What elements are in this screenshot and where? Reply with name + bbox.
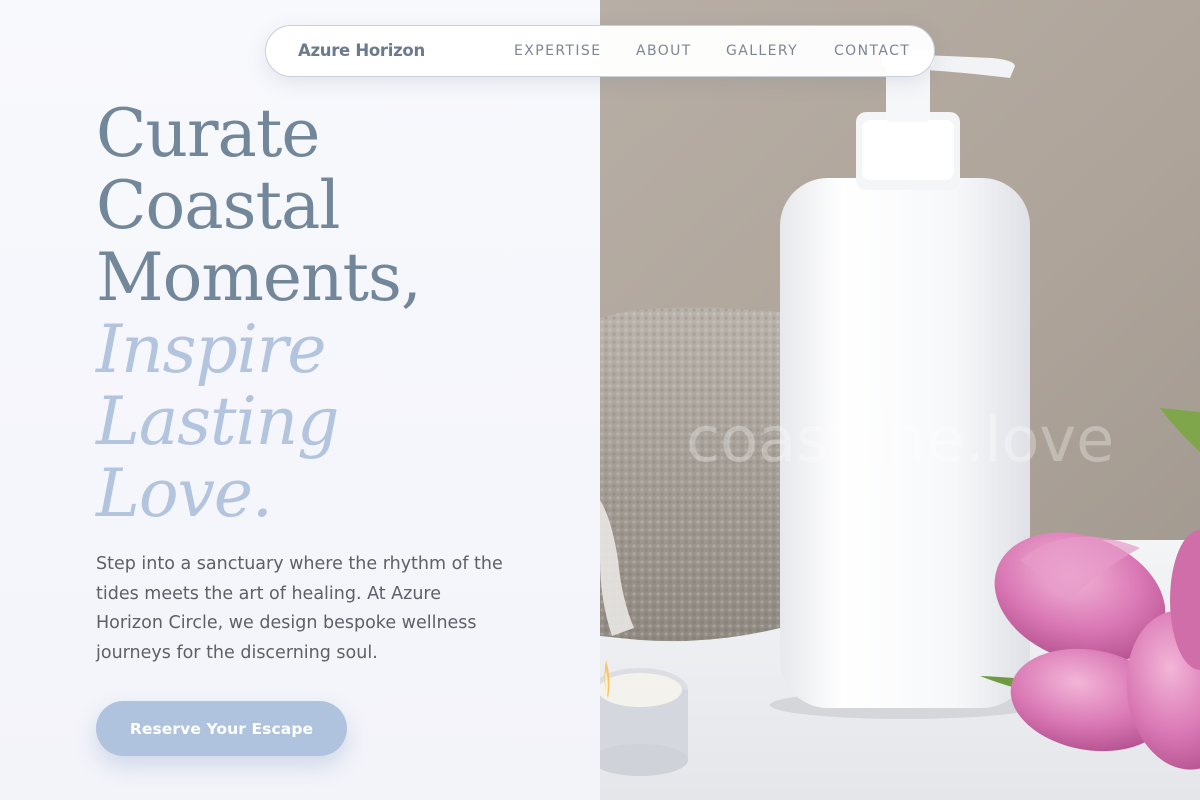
nav-link-about[interactable]: ABOUT [636, 26, 692, 76]
hero-content: Curate Coastal Moments, Inspire Lasting … [0, 0, 600, 800]
hero-image [600, 0, 1200, 800]
reserve-escape-button[interactable]: Reserve Your Escape [96, 701, 347, 756]
hero-headline: Curate Coastal Moments, Inspire Lasting … [96, 95, 422, 532]
hero-description: Step into a sanctuary where the rhythm o… [96, 554, 503, 663]
headline-line: Coastal [96, 167, 340, 244]
headline-line: Curate [96, 95, 320, 172]
page: Curate Coastal Moments, Inspire Lasting … [0, 0, 1200, 800]
top-nav: Azure Horizon EXPERTISE ABOUT GALLERY CO… [265, 25, 935, 77]
headline-accent-line: Lasting [96, 383, 339, 460]
nav-link-contact[interactable]: CONTACT [834, 26, 910, 76]
nav-link-expertise[interactable]: EXPERTISE [514, 26, 601, 76]
brand-logo[interactable]: Azure Horizon [298, 26, 425, 76]
headline-line: Moments, [96, 239, 422, 316]
headline-accent-line: Love. [96, 455, 273, 532]
headline-accent-line: Inspire [96, 311, 326, 388]
nav-link-gallery[interactable]: GALLERY [726, 26, 798, 76]
